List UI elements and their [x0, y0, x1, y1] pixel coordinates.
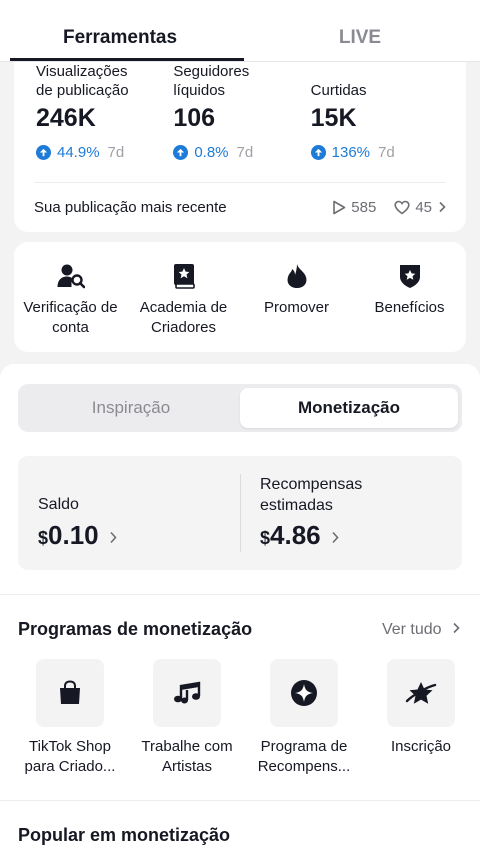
- tool-account-verification-label-2: conta: [52, 319, 89, 336]
- music-notes-icon: [153, 659, 221, 727]
- flame-icon: [282, 262, 312, 290]
- program-artists[interactable]: Trabalhe com Artistas: [129, 659, 245, 777]
- rewards-value: 4.86: [270, 520, 321, 550]
- see-all-label: Ver tudo: [381, 621, 442, 638]
- rewards-label-2: estimadas: [260, 497, 333, 514]
- tool-account-verification-label-1: Verificação de: [23, 299, 118, 316]
- tool-creator-academy[interactable]: Academia de Criadores: [127, 242, 240, 352]
- tab-ferramentas-label: Ferramentas: [62, 26, 178, 48]
- tools-card: Verificação de conta Academia de Criador…: [14, 242, 466, 352]
- stat-views-period: 7d: [107, 144, 125, 161]
- stat-views-label-1: Visualizações: [36, 63, 128, 80]
- stat-views[interactable]: Visualizações de publicação 246K 44.9% 7…: [34, 62, 171, 182]
- tool-benefits[interactable]: Benefícios: [353, 242, 466, 352]
- rewards-currency: $: [260, 528, 271, 548]
- programs-title: Programas de monetização: [18, 619, 253, 639]
- play-icon: [333, 200, 346, 214]
- chevron-right-icon: [110, 531, 117, 544]
- program-artists-label-1: Trabalhe com: [141, 738, 233, 755]
- tool-creator-academy-label-2: Criadores: [150, 319, 217, 336]
- tab-ferramentas[interactable]: Ferramentas: [0, 0, 244, 61]
- stat-views-label-2: de publicação: [36, 82, 129, 99]
- stat-likes-period: 7d: [378, 144, 395, 161]
- tool-promote[interactable]: Promover: [240, 242, 353, 352]
- program-rewards-label-2: Recompens...: [257, 758, 351, 775]
- popular-section: Popular em monetização: [0, 800, 480, 854]
- recent-likes: 45: [415, 198, 432, 216]
- top-tab-bar: Ferramentas LIVE: [0, 0, 480, 62]
- stat-views-value: 246K: [36, 104, 96, 132]
- segment-monetizacao[interactable]: Monetização: [240, 388, 458, 428]
- tool-account-verification[interactable]: Verificação de conta: [14, 242, 127, 352]
- stat-likes-change: 136% 7d: [310, 144, 395, 161]
- account-verify-icon: [56, 262, 86, 290]
- program-tiktok-shop[interactable]: TikTok Shop para Criado...: [12, 659, 128, 777]
- shopping-bag-icon: [36, 659, 104, 727]
- stat-followers-period: 7d: [236, 144, 254, 161]
- arrow-up-icon: [36, 145, 51, 160]
- saldo-value: 0.10: [48, 520, 99, 550]
- recent-post-label: Sua publicação mais recente: [34, 198, 227, 216]
- stat-likes-label: Curtidas: [310, 82, 367, 99]
- star-circle-icon: [270, 659, 338, 727]
- program-rewards-label-1: Programa de: [260, 738, 348, 755]
- balance-card: Saldo $ 0.10 Recompensas estimadas $ 4.8…: [18, 456, 462, 570]
- program-signup-label: Inscrição: [390, 738, 452, 755]
- program-signup[interactable]: Inscrição: [363, 659, 479, 777]
- saldo-label: Saldo: [38, 496, 79, 513]
- stat-followers-pct: 0.8%: [194, 144, 229, 161]
- planet-star-icon: [387, 659, 455, 727]
- chevron-right-icon: [332, 531, 339, 544]
- balance-saldo[interactable]: Saldo $ 0.10: [18, 456, 240, 570]
- tool-creator-academy-label-1: Academia de: [139, 299, 228, 316]
- segment-control: Inspiração Monetização: [18, 384, 462, 432]
- tab-live[interactable]: LIVE: [240, 0, 480, 61]
- program-tiktok-shop-label-1: TikTok Shop: [29, 738, 111, 755]
- arrow-up-icon: [310, 145, 326, 160]
- stat-followers-change: 0.8% 7d: [173, 144, 253, 161]
- recent-post-row[interactable]: Sua publicação mais recente 585 45: [34, 183, 446, 231]
- stat-views-pct: 44.9%: [57, 144, 100, 161]
- tab-live-label: LIVE: [338, 26, 382, 48]
- arrow-up-icon: [173, 145, 189, 160]
- stat-likes[interactable]: Curtidas 15K 136% 7d: [309, 62, 446, 182]
- tool-benefits-label: Benefícios: [374, 299, 445, 316]
- stat-likes-value: 15K: [310, 104, 357, 132]
- rewards-label-1: Recompensas: [260, 476, 363, 493]
- program-artists-label-2: Artistas: [161, 758, 212, 775]
- chevron-right-icon: [439, 201, 446, 213]
- stat-likes-pct: 136%: [331, 144, 371, 161]
- stat-views-change: 44.9% 7d: [36, 144, 124, 161]
- badge-star-icon: [395, 262, 425, 290]
- stat-followers-label-2: líquidos: [173, 82, 226, 99]
- monetization-programs: Programas de monetização Ver tudo TikTok…: [0, 594, 480, 800]
- tool-promote-label: Promover: [263, 299, 330, 316]
- balance-rewards[interactable]: Recompensas estimadas $ 4.86: [240, 456, 462, 570]
- stat-followers-value: 106: [173, 104, 216, 132]
- stats-card: Visualizações de publicação 246K 44.9% 7…: [14, 62, 466, 232]
- popular-title: Popular em monetização: [18, 825, 231, 845]
- stat-followers-label-1: Seguidores: [173, 63, 250, 80]
- monetization-section: Inspiração Monetização Saldo $ 0.10 Reco…: [0, 364, 480, 594]
- program-tiktok-shop-label-2: para Criado...: [24, 758, 116, 775]
- academy-book-icon: [169, 262, 199, 290]
- see-all-link[interactable]: Ver tudo: [382, 621, 460, 639]
- chevron-right-icon: [453, 622, 460, 634]
- stat-followers[interactable]: Seguidores líquidos 106 0.8% 7d: [171, 62, 308, 182]
- heart-icon: [394, 200, 410, 214]
- program-rewards[interactable]: Programa de Recompens...: [246, 659, 362, 777]
- recent-plays: 585: [351, 198, 377, 216]
- saldo-currency: $: [38, 528, 49, 548]
- segment-inspiracao[interactable]: Inspiração: [22, 388, 240, 428]
